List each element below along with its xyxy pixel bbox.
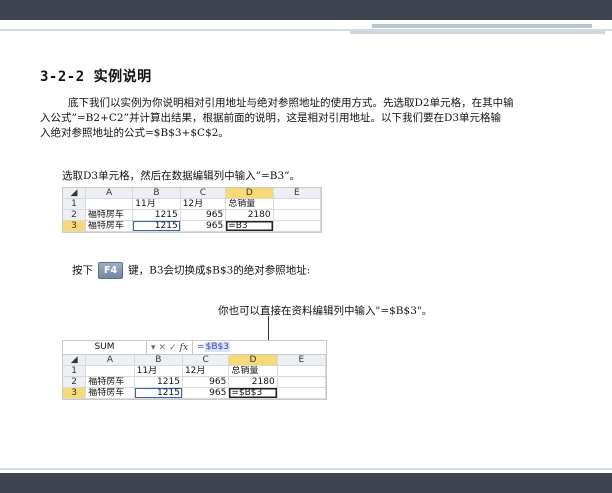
row-header[interactable]: 1 (63, 366, 87, 377)
cell[interactable] (273, 221, 321, 232)
cell[interactable]: 总销量 (226, 199, 274, 210)
dropdown-icon[interactable]: ▾ (151, 343, 156, 353)
paragraph-line: 入公式”=B2+C2”并计算出结果，根据前面的说明，这是相对引用地址。以下我们要… (40, 112, 502, 124)
table-row: 3 福特房车 1215 965 =$B$3 (63, 388, 327, 399)
cell[interactable]: 12月 (180, 199, 227, 210)
column-header-e[interactable]: E (273, 188, 321, 199)
column-header-a[interactable]: A (85, 188, 134, 199)
cell[interactable]: 1215 (134, 377, 183, 388)
cell[interactable]: 福特房车 (86, 377, 135, 388)
footer-divider (0, 468, 612, 470)
cell[interactable]: 福特房车 (85, 210, 134, 221)
callout-text: 你也可以直接在资料编辑列中输入"=$B$3"。 (218, 305, 433, 317)
row-header[interactable]: 1 (63, 199, 86, 210)
row-header[interactable]: 2 (63, 377, 87, 388)
cell[interactable] (86, 366, 135, 377)
insert-function-icon[interactable]: fx (180, 343, 188, 353)
formula-bar: SUM ▾ ✕ ✓ fx =$B$3 (63, 341, 326, 355)
cell[interactable]: 1215 (133, 210, 181, 221)
cell[interactable] (277, 366, 327, 377)
cell[interactable]: 福特房车 (85, 221, 134, 232)
referenced-cell[interactable]: 1215 (133, 221, 181, 232)
cell[interactable]: 2180 (229, 377, 278, 388)
cell[interactable] (277, 377, 327, 388)
column-header-row: ◢ A B C D E (63, 355, 327, 366)
paragraph-line: 底下我们以实例为你说明相对引用地址与绝对参照地址的使用方式。先选取D2单元格，在… (68, 97, 514, 109)
cell[interactable]: 2180 (226, 210, 274, 221)
cell[interactable]: 965 (182, 388, 230, 399)
formula-bar-buttons: ▾ ✕ ✓ fx (147, 343, 192, 353)
column-header-e[interactable]: E (277, 355, 327, 366)
cell[interactable]: 965 (180, 210, 227, 221)
active-cell[interactable]: =$B$3 (229, 388, 278, 399)
table-row: 2 福特房车 1215 965 2180 (63, 210, 321, 221)
table-row: 1 11月 12月 总销量 (63, 199, 321, 210)
cancel-icon[interactable]: ✕ (159, 343, 167, 353)
cell[interactable]: 总销量 (229, 366, 278, 377)
formula-reference: $B$3 (204, 342, 230, 352)
cell[interactable] (85, 199, 134, 210)
cell[interactable]: 12月 (182, 366, 230, 377)
decorative-stripe (350, 31, 605, 34)
cell[interactable]: 福特房车 (86, 388, 135, 399)
formula-input[interactable]: =$B$3 (192, 341, 326, 354)
cell[interactable] (273, 210, 321, 221)
paragraph-line: 入绝对参照地址的公式=$B$3+$C$2。 (40, 127, 229, 139)
row-header[interactable]: 3 (63, 221, 86, 232)
callout-pointer (268, 316, 269, 342)
spreadsheet-before: ◢ A B C D E 1 11月 12月 总销量 2 福特房车 1215 96… (62, 187, 322, 233)
active-cell[interactable]: =B3 (226, 221, 274, 232)
name-box[interactable]: SUM (63, 341, 147, 354)
column-header-b[interactable]: B (133, 188, 181, 199)
row-header[interactable]: 2 (63, 210, 86, 221)
decorative-stripe (372, 24, 592, 28)
step-instruction-1: 选取D3单元格，然后在数据编辑列中输入”=B3”。 (62, 170, 301, 182)
select-all-corner[interactable]: ◢ (63, 355, 87, 366)
table-row: 2 福特房车 1215 965 2180 (63, 377, 327, 388)
column-header-a[interactable]: A (86, 355, 135, 366)
column-header-c[interactable]: C (180, 188, 227, 199)
table-row: 1 11月 12月 总销量 (63, 366, 327, 377)
column-header-row: ◢ A B C D E (63, 188, 321, 199)
formula-prefix: = (197, 342, 205, 352)
step-instruction-2: 按下 F4 键，B3会切换成$B$3的绝对参照地址: (72, 262, 310, 279)
top-header-band (0, 0, 612, 20)
cell[interactable]: 965 (180, 221, 227, 232)
column-header-c[interactable]: C (182, 355, 230, 366)
column-header-b[interactable]: B (134, 355, 183, 366)
bottom-footer-band (0, 473, 612, 493)
spreadsheet-after: SUM ▾ ✕ ✓ fx =$B$3 ◢ A B C D E 1 11月 12月… (62, 340, 327, 400)
cell[interactable]: 11月 (133, 199, 181, 210)
cell[interactable]: 11月 (134, 366, 183, 377)
confirm-icon[interactable]: ✓ (169, 343, 177, 353)
cell[interactable]: 965 (182, 377, 230, 388)
cell[interactable] (273, 199, 321, 210)
column-header-d[interactable]: D (226, 188, 274, 199)
table-row: 3 福特房车 1215 965 =B3 (63, 221, 321, 232)
step-text-after: 键，B3会切换成$B$3的绝对参照地址: (128, 264, 311, 277)
referenced-cell[interactable]: 1215 (134, 388, 183, 399)
intro-paragraph: 底下我们以实例为你说明相对引用地址与绝对参照地址的使用方式。先选取D2单元格，在… (40, 96, 585, 141)
f4-key-badge: F4 (98, 262, 124, 279)
row-header[interactable]: 3 (63, 388, 87, 399)
step-text-before: 按下 (72, 264, 93, 277)
cell[interactable] (277, 388, 327, 399)
column-header-d[interactable]: D (229, 355, 278, 366)
select-all-corner[interactable]: ◢ (63, 188, 86, 199)
section-title: 3-2-2 实例说明 (40, 69, 152, 85)
